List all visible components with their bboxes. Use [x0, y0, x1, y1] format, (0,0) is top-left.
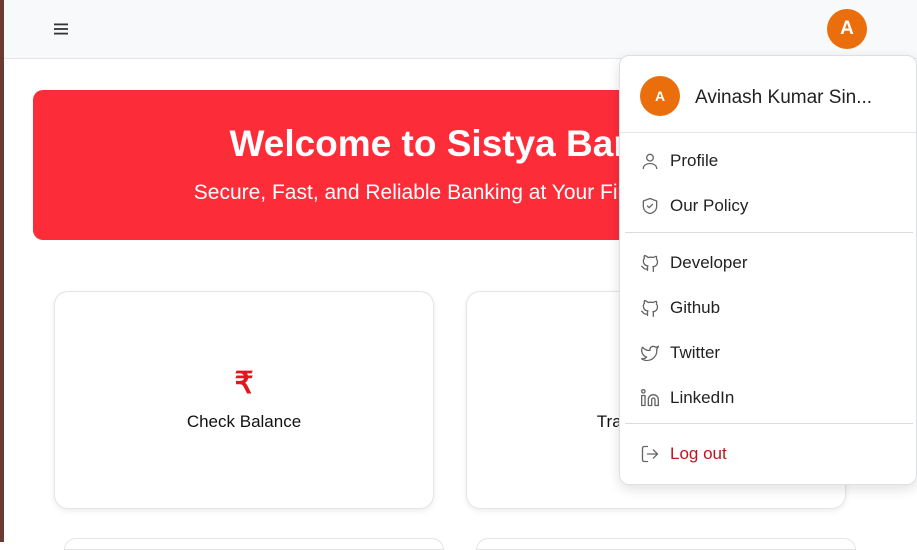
menu-item-label: Developer — [670, 253, 748, 272]
menu-item-profile[interactable]: Profile — [620, 141, 916, 181]
logout-icon — [641, 445, 659, 463]
menu-item-our-policy[interactable]: Our Policy — [620, 186, 916, 226]
feature-card-partial — [64, 538, 444, 550]
user-avatar-button[interactable]: A — [827, 9, 867, 49]
menu-item-label: Profile — [670, 151, 719, 170]
user-name: Avinash Kumar Sin... — [695, 87, 873, 108]
twitter-icon — [641, 345, 659, 362]
dropdown-avatar: A — [640, 76, 680, 116]
linkedin-icon — [641, 389, 659, 407]
window-edge — [0, 0, 4, 542]
menu-item-developer[interactable]: Developer — [620, 243, 916, 283]
menu-item-linkedin[interactable]: LinkedIn — [620, 378, 916, 418]
check-balance-label: Check Balance — [186, 412, 302, 431]
menu-item-label: Log out — [670, 444, 727, 463]
menu-item-label: Twitter — [670, 343, 721, 362]
menu-item-logout[interactable]: Log out — [620, 434, 916, 474]
github-icon — [641, 299, 659, 317]
menu-divider — [625, 232, 913, 233]
menu-item-label: Our Policy — [670, 196, 749, 215]
shield-icon — [642, 197, 658, 215]
feature-card-partial — [476, 538, 856, 550]
rupee-icon: ₹ — [234, 367, 254, 400]
welcome-title: Welcome to Sistya Bank — [229, 123, 653, 164]
hamburger-menu-button[interactable] — [50, 18, 72, 40]
user-icon — [642, 153, 658, 170]
menu-item-label: Github — [670, 298, 721, 317]
menu-item-github[interactable]: Github — [620, 288, 916, 328]
user-dropdown-menu: A Avinash Kumar Sin... Profile Our Polic… — [619, 55, 917, 485]
welcome-subtitle: Secure, Fast, and Reliable Banking at Yo… — [193, 181, 653, 204]
top-navbar: A — [4, 0, 917, 59]
dropdown-header: A Avinash Kumar Sin... — [620, 56, 916, 133]
check-balance-card[interactable]: ₹ Check Balance — [54, 291, 434, 509]
menu-divider — [625, 423, 913, 424]
hamburger-icon — [54, 23, 68, 35]
menu-item-twitter[interactable]: Twitter — [620, 333, 916, 373]
github-icon — [641, 254, 659, 272]
welcome-banner: Welcome to Sistya Bank Secure, Fast, and… — [33, 90, 653, 240]
menu-item-label: LinkedIn — [670, 388, 735, 407]
